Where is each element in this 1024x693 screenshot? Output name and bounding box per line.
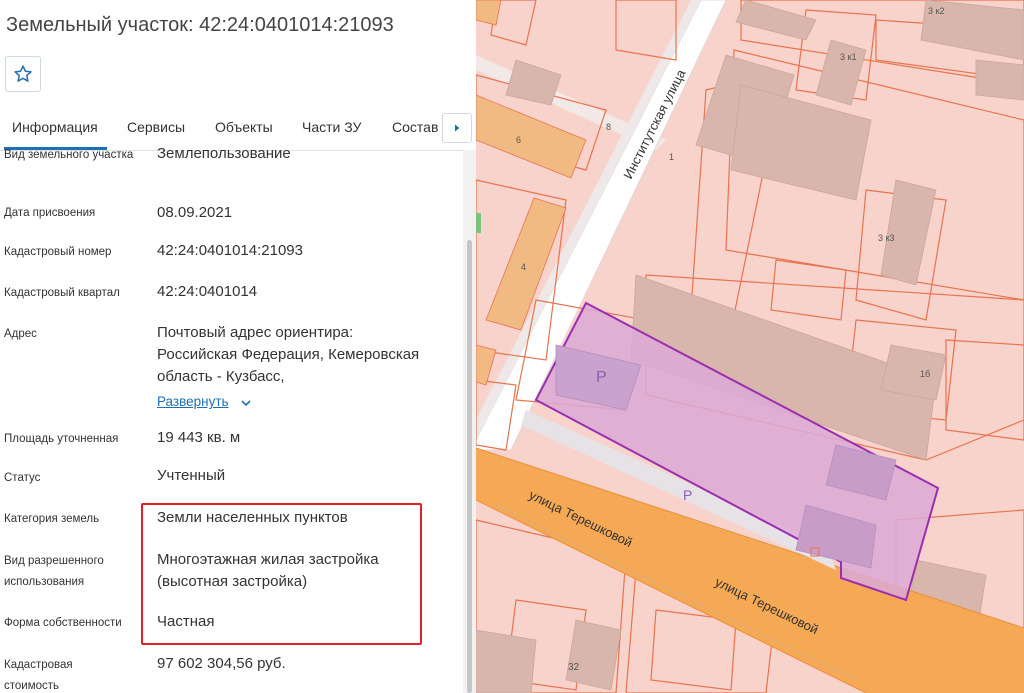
highlight-frame <box>141 503 422 645</box>
house-number-8: 8 <box>606 122 611 132</box>
value-cadastral-value: 97 602 304,56 руб. <box>157 655 286 672</box>
label-land-type: Вид земельного участка <box>4 149 134 161</box>
value-address: Почтовый адрес ориентира: Российская Фед… <box>157 324 420 385</box>
panel-title: Земельный участок: 42:24:0401014:21093 <box>6 14 394 36</box>
label-land-category: Категория земель <box>4 513 100 525</box>
parking-label-1: P <box>596 369 607 386</box>
label-permitted-use: Вид разрешенного использования <box>4 555 104 588</box>
value-assignment-date: 08.09.2021 <box>157 204 233 221</box>
scrollbar-thumb[interactable] <box>467 240 472 693</box>
star-icon <box>14 65 32 82</box>
value-land-type: Землепользование <box>157 145 291 162</box>
house-number-1: 1 <box>669 152 674 162</box>
label-address: Адрес <box>4 328 37 340</box>
tab-parts[interactable]: Части ЗУ <box>302 119 361 135</box>
panel-scrollbar[interactable] <box>463 150 476 693</box>
label-area: Площадь уточненная <box>4 433 119 445</box>
value-cadastral-number: 42:24:0401014:21093 <box>157 242 303 259</box>
tab-objects[interactable]: Объекты <box>215 119 273 135</box>
chevron-right-icon <box>455 124 460 132</box>
label-cadastral-value: Кадастровая стоимость <box>4 659 73 692</box>
label-status: Статус <box>4 472 41 484</box>
label-cadastral-number: Кадастровый номер <box>4 246 112 258</box>
favorite-button[interactable] <box>5 56 41 92</box>
house-number-3k3: 3 к3 <box>878 233 894 243</box>
tab-information[interactable]: Информация <box>12 119 98 135</box>
house-number-6: 6 <box>516 135 521 145</box>
house-number-3k1: 3 к1 <box>840 52 856 62</box>
expand-address-link[interactable]: Развернуть <box>157 394 229 409</box>
label-ownership: Форма собственности <box>4 617 122 629</box>
house-number-1b: 1б <box>920 369 930 379</box>
house-number-4: 4 <box>521 262 526 272</box>
cadastral-map[interactable]: Институтская улица улица Терешковой улиц… <box>476 0 1024 693</box>
value-area: 19 443 кв. м <box>157 429 241 446</box>
label-assignment-date: Дата присвоения <box>4 207 96 219</box>
parking-label-2: P <box>683 487 692 503</box>
label-cadastral-quarter: Кадастровый квартал <box>4 287 120 299</box>
info-panel: Земельный участок: 42:24:0401014:21093 И… <box>0 0 476 693</box>
tab-composition[interactable]: Состав <box>392 119 438 135</box>
tab-services[interactable]: Сервисы <box>127 119 185 135</box>
house-number-32: 32 <box>568 662 580 673</box>
map-canvas[interactable]: Институтская улица улица Терешковой улиц… <box>476 0 1024 693</box>
tabs-scroll-right-button[interactable] <box>442 113 472 143</box>
value-cadastral-quarter: 42:24:0401014 <box>157 283 258 300</box>
house-number-3k2: 3 к2 <box>928 6 944 16</box>
value-status: Учтенный <box>157 467 226 484</box>
chevron-down-icon <box>241 400 251 407</box>
